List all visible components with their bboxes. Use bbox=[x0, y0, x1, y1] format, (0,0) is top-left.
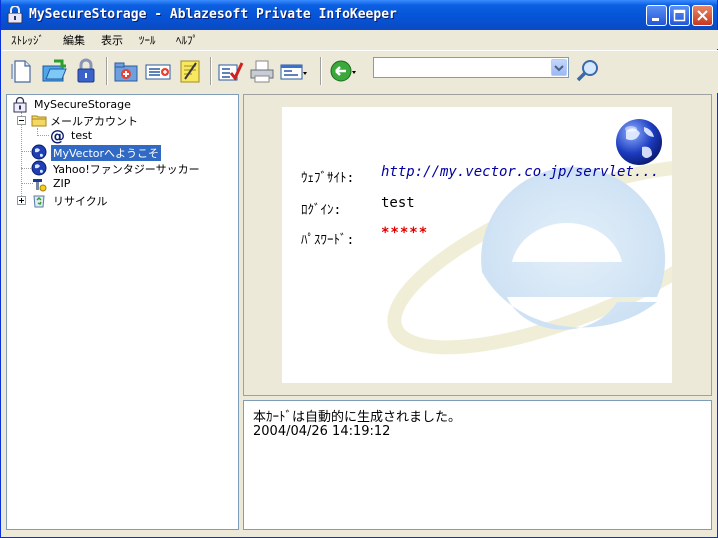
new-icon[interactable] bbox=[8, 57, 36, 85]
maximize-icon bbox=[673, 9, 686, 22]
menu-bar: ｽﾄﾚｯｼﾞ 編集 表示 ﾂｰﾙ ﾍﾙﾌﾟ bbox=[2, 30, 718, 49]
password-label: ﾊﾟｽﾜｰﾄﾞ: bbox=[301, 233, 355, 248]
toolbar bbox=[2, 50, 718, 93]
folder-icon bbox=[31, 115, 47, 127]
memo-pane[interactable]: 本ｶｰﾄﾞは自動的に生成されました。 2004/04/26 14:19:12 bbox=[243, 400, 712, 530]
tree-item-label: リサイクル bbox=[53, 195, 108, 208]
tree-item-label: メールアカウント bbox=[50, 115, 138, 128]
window-title: MySecureStorage - Ablazesoft Private Inf… bbox=[29, 7, 397, 22]
close-icon bbox=[697, 10, 708, 21]
tree-item-label: test bbox=[71, 129, 93, 142]
tree-item-label: Yahoo!ファンタジーサッカー bbox=[53, 163, 200, 176]
open-folder-icon[interactable] bbox=[40, 57, 68, 85]
website-label: ｳｪﾌﾞｻｲﾄ: bbox=[301, 171, 355, 186]
memo-line-2: 2004/04/26 14:19:12 bbox=[253, 424, 391, 439]
search-combo-dropdown-button[interactable] bbox=[551, 59, 567, 76]
login-label: ﾛｸﾞｲﾝ: bbox=[301, 203, 342, 218]
new-folder-icon[interactable] bbox=[112, 57, 140, 85]
globe-icon bbox=[616, 119, 662, 165]
menu-storage[interactable]: ｽﾄﾚｯｼﾞ bbox=[11, 32, 44, 48]
tree-collapse-toggle[interactable] bbox=[17, 116, 26, 125]
login-value: test bbox=[381, 195, 415, 211]
at-icon: @ bbox=[50, 128, 65, 144]
back-icon[interactable] bbox=[328, 57, 356, 85]
tree-item-label: MyVectorへようこそ bbox=[51, 145, 162, 161]
password-value: ***** bbox=[381, 225, 429, 241]
minimize-icon bbox=[652, 18, 659, 21]
card-view: ｳｪﾌﾞｻｲﾄ: http://my.vector.co.jp/servlet.… bbox=[282, 107, 672, 383]
minimize-button[interactable] bbox=[646, 5, 667, 26]
globe-icon bbox=[31, 144, 47, 160]
maximize-button[interactable] bbox=[669, 5, 690, 26]
memo-icon[interactable] bbox=[176, 57, 204, 85]
menu-view[interactable]: 表示 bbox=[101, 32, 123, 48]
lock-icon[interactable] bbox=[72, 57, 100, 85]
print-icon[interactable] bbox=[248, 57, 276, 85]
tree-item-label: ZIP bbox=[53, 177, 71, 190]
view-icon[interactable] bbox=[279, 57, 307, 85]
new-card-icon[interactable] bbox=[144, 57, 172, 85]
checklist-icon[interactable] bbox=[216, 57, 244, 85]
app-window: MySecureStorage - Ablazesoft Private Inf… bbox=[0, 0, 718, 538]
recycle-icon bbox=[33, 195, 45, 208]
menu-help[interactable]: ﾍﾙﾌﾟ bbox=[176, 32, 198, 48]
menu-tools[interactable]: ﾂｰﾙ bbox=[139, 32, 156, 48]
website-value[interactable]: http://my.vector.co.jp/servlet... bbox=[381, 164, 659, 180]
tree-expand-toggle[interactable] bbox=[17, 196, 26, 205]
menu-edit[interactable]: 編集 bbox=[63, 32, 85, 48]
app-lock-icon bbox=[7, 6, 23, 24]
tree-pane[interactable]: MySecureStorage メールアカウント @ test MyVector… bbox=[6, 94, 239, 530]
globe-icon bbox=[31, 160, 47, 176]
key-icon bbox=[33, 179, 47, 192]
chevron-down-icon bbox=[554, 65, 564, 72]
memo-line-1: 本ｶｰﾄﾞは自動的に生成されました。 bbox=[253, 410, 462, 425]
search-combo[interactable] bbox=[373, 57, 569, 78]
close-button[interactable] bbox=[692, 5, 713, 26]
svg-text:@: @ bbox=[50, 128, 65, 144]
tree-root-label: MySecureStorage bbox=[34, 98, 131, 111]
title-bar[interactable]: MySecureStorage - Ablazesoft Private Inf… bbox=[1, 0, 717, 30]
storage-lock-icon bbox=[13, 97, 27, 113]
search-icon[interactable] bbox=[574, 57, 602, 85]
